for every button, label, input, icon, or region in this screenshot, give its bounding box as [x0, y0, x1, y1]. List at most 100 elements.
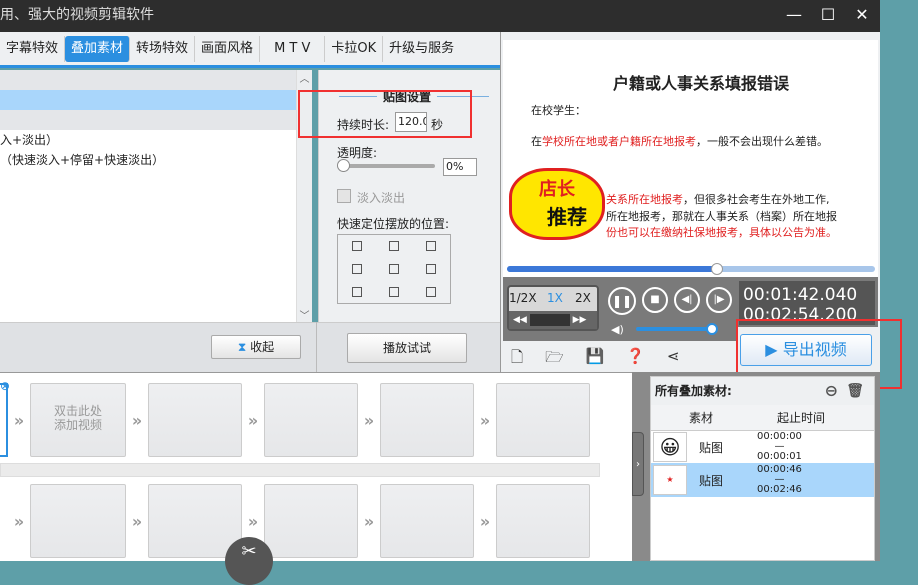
selected-clip[interactable] [0, 383, 8, 457]
list-item[interactable]: 入+淡出） [0, 130, 296, 150]
list-item-selected[interactable] [0, 90, 296, 110]
volume-slider[interactable] [636, 327, 714, 331]
table-row[interactable]: 😀 贴图 00:00:00—00:00:01 [651, 431, 874, 463]
file-toolbar: 🗋 🗁 💾 ❓ ⋖ [503, 341, 738, 373]
speed-half[interactable]: 1/2X [509, 291, 537, 305]
speed-2x[interactable]: 2X [575, 291, 591, 305]
position-top-right[interactable] [426, 241, 437, 252]
position-bottom-center[interactable] [388, 286, 399, 297]
tab-karaoke[interactable]: 卡拉OK [325, 35, 384, 62]
smiley-thumbnail: 😀 [653, 432, 687, 462]
scroll-down-icon[interactable]: ﹀ [297, 307, 312, 322]
collapse-icon: ⧗ [237, 340, 247, 354]
video-slot[interactable] [264, 383, 358, 457]
video-slot[interactable] [30, 484, 126, 558]
maximize-button[interactable]: ☐ [816, 4, 840, 26]
minimize-button[interactable]: — [782, 4, 806, 26]
highlight-box [298, 90, 472, 138]
tab-mtv[interactable]: M T V [260, 35, 326, 62]
video-track: » 双击此处添加视频 » » » » [8, 383, 590, 457]
tab-subtitle-effects[interactable]: 字幕特效 [0, 35, 66, 62]
title-bar: 用、强大的视频剪辑软件 [0, 0, 880, 32]
pause-icon[interactable]: ❚❚ [608, 287, 636, 315]
text: ，但很多社会考生在外地工作, [683, 193, 830, 206]
scissors-icon[interactable]: ✂ [225, 537, 273, 585]
tab-picture-style[interactable]: 画面风格 [195, 35, 261, 62]
preview-text: 在校学生： [531, 104, 586, 117]
opacity-slider[interactable] [341, 164, 435, 168]
window-title: 用、强大的视频剪辑软件 [0, 7, 154, 23]
new-icon[interactable]: 🗋 [511, 347, 523, 373]
col-material: 素材 [688, 411, 713, 425]
position-top-left[interactable] [351, 241, 362, 252]
row-name: 贴图 [699, 473, 724, 488]
list-item[interactable] [0, 70, 296, 90]
text: 关系所在地报考 [606, 193, 683, 206]
video-slot[interactable] [148, 383, 242, 457]
row-time: 00:00:00—00:00:01 [757, 432, 802, 462]
row-name: 贴图 [699, 440, 724, 455]
video-preview: 户籍或人事关系填报错误 在校学生： 在学校所在地或者户籍所在地报考，一般不会出现… [503, 40, 878, 255]
tab-overlay-material[interactable]: 叠加素材 [65, 35, 131, 62]
next-frame-icon[interactable]: |▶ [706, 287, 732, 313]
video-slot[interactable] [264, 484, 358, 558]
jog-wheel[interactable]: ◀◀ ▶▶ [509, 311, 597, 329]
video-slot[interactable] [148, 484, 242, 558]
chevron-icon: » [131, 511, 143, 531]
tab-transition-effects[interactable]: 转场特效 [130, 35, 196, 62]
tab-upgrade-service[interactable]: 升级与服务 [383, 36, 460, 62]
table-row-selected[interactable]: ★ 贴图 00:00:46—00:02:46 [651, 463, 874, 497]
divider [316, 322, 317, 372]
position-bottom-right[interactable] [426, 286, 437, 297]
chevron-icon: » [363, 511, 375, 531]
seek-bar[interactable] [507, 266, 875, 272]
preview-text: 所在地报考，那就在人事关系（档案）所在地报 [606, 210, 837, 223]
add-video-slot[interactable]: 双击此处添加视频 [30, 383, 126, 457]
save-icon[interactable]: 💾 [586, 347, 605, 373]
close-button[interactable]: ✕ [850, 4, 874, 26]
preview-text: 关系所在地报考，但很多社会考生在外地工作, [606, 191, 830, 207]
try-play-button[interactable]: 播放试试 [347, 333, 467, 363]
opacity-slider-handle[interactable] [337, 159, 350, 172]
open-folder-icon[interactable]: 🗁 [545, 347, 564, 373]
video-slot[interactable] [496, 484, 590, 558]
share-icon[interactable]: ⋖ [667, 347, 680, 373]
list-item[interactable]: （快速淡入+停留+快速淡出） [0, 150, 296, 170]
text: 学校所在地或者户籍所在地报考 [542, 135, 696, 148]
scroll-up-icon[interactable]: ︿ [297, 70, 312, 85]
fade-checkbox[interactable] [337, 189, 351, 203]
timeline: ⊗ » 双击此处添加视频 » » » » » » » » » ✂ [0, 372, 632, 585]
trash-icon[interactable]: 🗑 [846, 377, 864, 405]
chevron-icon: » [13, 511, 25, 531]
collapse-button[interactable]: ⧗ 收起 [211, 335, 301, 359]
opacity-input[interactable]: 0% [443, 158, 477, 176]
chevron-icon: » [247, 511, 259, 531]
speed-1x[interactable]: 1X [547, 291, 563, 305]
back-icon[interactable]: ⊖ [825, 377, 838, 405]
sticker-thumbnail: ★ [653, 465, 687, 495]
position-center[interactable] [388, 263, 399, 274]
video-slot[interactable] [496, 383, 590, 457]
overlay-list: 所有叠加素材: ⊖ 🗑 素材 起止时间 😀 贴图 00:00:00—00:00:01… [650, 376, 875, 561]
position-bottom-left[interactable] [351, 286, 362, 297]
list-item[interactable] [0, 110, 296, 130]
effect-list: 入+淡出） （快速淡入+停留+快速淡出） [0, 70, 296, 322]
position-middle-left[interactable] [351, 263, 362, 274]
sticker-shop-recommend[interactable]: 店长 推荐 [509, 168, 605, 240]
volume-handle[interactable] [706, 323, 718, 335]
overlay-title: 所有叠加素材: [655, 384, 732, 398]
panel-toggle[interactable]: › [632, 432, 644, 496]
position-top-center[interactable] [388, 241, 399, 252]
overlay-header: 所有叠加素材: ⊖ 🗑 [651, 377, 874, 405]
prev-frame-icon[interactable]: ◀| [674, 287, 700, 313]
text: 在 [531, 135, 542, 148]
video-slot[interactable] [380, 484, 474, 558]
stop-icon[interactable]: ■ [642, 287, 668, 313]
sticker-text: 店长 [539, 179, 575, 200]
preview-text: 在学校所在地或者户籍所在地报考，一般不会出现什么差错。 [531, 133, 828, 149]
volume-icon[interactable]: ◀) [611, 323, 624, 336]
seek-handle[interactable] [710, 263, 723, 275]
help-icon[interactable]: ❓ [626, 347, 645, 373]
video-slot[interactable] [380, 383, 474, 457]
position-middle-right[interactable] [426, 263, 437, 274]
